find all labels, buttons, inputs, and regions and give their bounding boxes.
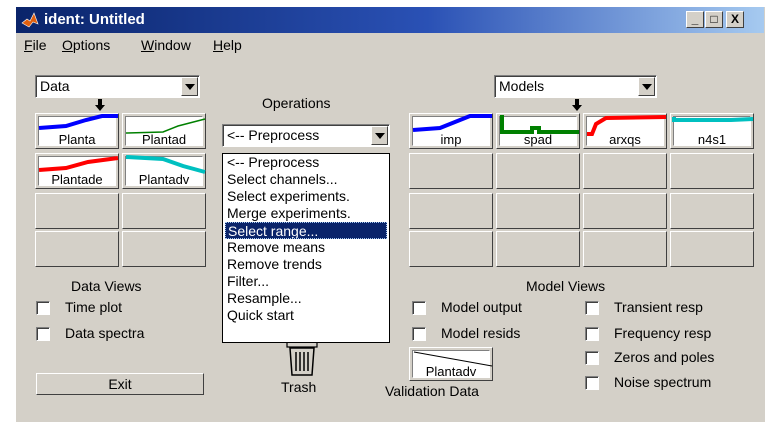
model-slot-empty[interactable] bbox=[496, 193, 580, 229]
window-title: ident: Untitled bbox=[44, 11, 145, 28]
model-slot-empty[interactable] bbox=[583, 153, 667, 189]
data-slot-plantadv[interactable]: Plantadv bbox=[122, 153, 206, 189]
model-slot-label: n4s1 bbox=[697, 132, 727, 147]
data-slot-empty[interactable] bbox=[122, 193, 206, 229]
data-slot-label: Plantade bbox=[51, 172, 103, 187]
model-resids-label: Model resids bbox=[441, 325, 521, 341]
exit-button-label: Exit bbox=[108, 376, 132, 392]
matlab-logo-icon bbox=[21, 12, 39, 28]
model-slot-empty[interactable] bbox=[496, 231, 580, 267]
frequency-resp-checkbox[interactable] bbox=[585, 327, 599, 341]
model-views-title: Model Views bbox=[526, 278, 606, 294]
validation-data-slot[interactable]: Plantadv bbox=[409, 347, 493, 381]
menu-help[interactable]: Help bbox=[213, 37, 242, 53]
close-button[interactable]: X bbox=[726, 11, 744, 28]
data-spectra-label: Data spectra bbox=[65, 325, 145, 341]
model-slot-empty[interactable] bbox=[670, 153, 754, 189]
dropdown-item-resample[interactable]: Resample... bbox=[225, 290, 387, 307]
model-slot-n4s1[interactable]: n4s1 bbox=[670, 113, 754, 149]
model-resids-checkbox[interactable] bbox=[412, 327, 426, 341]
dropdown-item-remove-means[interactable]: Remove means bbox=[225, 239, 387, 256]
data-slot-label: Plantadv bbox=[138, 172, 190, 187]
chevron-down-icon bbox=[371, 126, 388, 145]
noise-spectrum-checkbox[interactable] bbox=[585, 376, 599, 390]
models-popup[interactable]: Models bbox=[494, 75, 657, 98]
arrow-down-icon bbox=[95, 99, 105, 111]
maximize-icon: □ bbox=[710, 12, 718, 26]
chevron-down-icon bbox=[638, 77, 655, 96]
zeros-and-poles-checkbox[interactable] bbox=[585, 351, 599, 365]
menu-options[interactable]: Options bbox=[62, 37, 110, 53]
data-slot-label: Plantad bbox=[141, 132, 187, 147]
dropdown-item-merge-experiments[interactable]: Merge experiments. bbox=[225, 205, 387, 222]
model-slot-arxqs[interactable]: arxqs bbox=[583, 113, 667, 149]
data-slot-empty[interactable] bbox=[122, 231, 206, 267]
data-slot-empty[interactable] bbox=[35, 231, 119, 267]
ident-window: ident: Untitled _ □ X File Options Windo… bbox=[15, 6, 765, 422]
menu-bar: File Options Window Help bbox=[16, 34, 764, 56]
trash-icon[interactable] bbox=[284, 341, 320, 377]
data-slot-empty[interactable] bbox=[35, 193, 119, 229]
dropdown-item-select-experiments[interactable]: Select experiments. bbox=[225, 188, 387, 205]
menu-window[interactable]: Window bbox=[141, 37, 191, 53]
maximize-button[interactable]: □ bbox=[705, 11, 723, 28]
model-output-checkbox[interactable] bbox=[412, 301, 426, 315]
noise-spectrum-label: Noise spectrum bbox=[614, 374, 712, 390]
transient-resp-label: Transient resp bbox=[614, 299, 703, 315]
model-slot-label: arxqs bbox=[609, 132, 641, 147]
model-slot-empty[interactable] bbox=[409, 153, 493, 189]
data-spectra-checkbox[interactable] bbox=[36, 327, 50, 341]
transient-resp-checkbox[interactable] bbox=[585, 301, 599, 315]
zeros-and-poles-label: Zeros and poles bbox=[614, 349, 715, 365]
data-slot-plantade[interactable]: Plantade bbox=[35, 153, 119, 189]
data-popup-value: Data bbox=[40, 78, 70, 94]
dropdown-item-select-range[interactable]: Select range... bbox=[225, 222, 387, 239]
operations-dropdown-list[interactable]: <-- Preprocess Select channels... Select… bbox=[222, 153, 390, 343]
time-plot-label: Time plot bbox=[65, 299, 123, 315]
model-slot-empty[interactable] bbox=[583, 231, 667, 267]
minimize-button[interactable]: _ bbox=[686, 11, 704, 28]
model-slot-empty[interactable] bbox=[583, 193, 667, 229]
model-output-label: Model output bbox=[441, 299, 522, 315]
menu-file[interactable]: File bbox=[24, 37, 47, 53]
model-slot-empty[interactable] bbox=[670, 193, 754, 229]
arrow-down-icon bbox=[572, 99, 582, 111]
dropdown-item-select-channels[interactable]: Select channels... bbox=[225, 171, 387, 188]
model-slot-empty[interactable] bbox=[409, 193, 493, 229]
models-popup-value: Models bbox=[499, 78, 545, 94]
minimize-icon: _ bbox=[691, 12, 699, 26]
data-slot-planta[interactable]: Planta bbox=[35, 113, 119, 149]
dropdown-item-quick-start[interactable]: Quick start bbox=[225, 307, 387, 324]
title-bar[interactable]: ident: Untitled _ □ X bbox=[16, 7, 764, 33]
dropdown-item-remove-trends[interactable]: Remove trends bbox=[225, 256, 387, 273]
dropdown-item-preprocess[interactable]: <-- Preprocess bbox=[225, 154, 387, 171]
operations-label: Operations bbox=[262, 95, 331, 111]
model-slot-spad[interactable]: spad bbox=[496, 113, 580, 149]
model-slot-empty[interactable] bbox=[409, 231, 493, 267]
model-slot-label: spad bbox=[523, 132, 553, 147]
trash-label: Trash bbox=[281, 379, 317, 395]
time-plot-checkbox[interactable] bbox=[36, 301, 50, 315]
data-slot-label: Planta bbox=[58, 132, 96, 147]
exit-button[interactable]: Exit bbox=[36, 373, 204, 395]
frequency-resp-label: Frequency resp bbox=[614, 325, 712, 341]
operations-popup-value: <-- Preprocess bbox=[227, 127, 320, 143]
data-popup[interactable]: Data bbox=[35, 75, 200, 98]
dropdown-item-filter[interactable]: Filter... bbox=[225, 273, 387, 290]
model-slot-empty[interactable] bbox=[670, 231, 754, 267]
data-views-title: Data Views bbox=[71, 278, 142, 294]
validation-slot-label: Plantadv bbox=[425, 364, 477, 379]
model-slot-imp[interactable]: imp bbox=[409, 113, 493, 149]
model-slot-empty[interactable] bbox=[496, 153, 580, 189]
operations-popup[interactable]: <-- Preprocess bbox=[222, 124, 390, 147]
close-icon: X bbox=[730, 12, 739, 26]
data-slot-plantad[interactable]: Plantad bbox=[122, 113, 206, 149]
validation-data-label: Validation Data bbox=[385, 383, 479, 399]
chevron-down-icon bbox=[181, 77, 198, 96]
model-slot-label: imp bbox=[440, 132, 462, 147]
